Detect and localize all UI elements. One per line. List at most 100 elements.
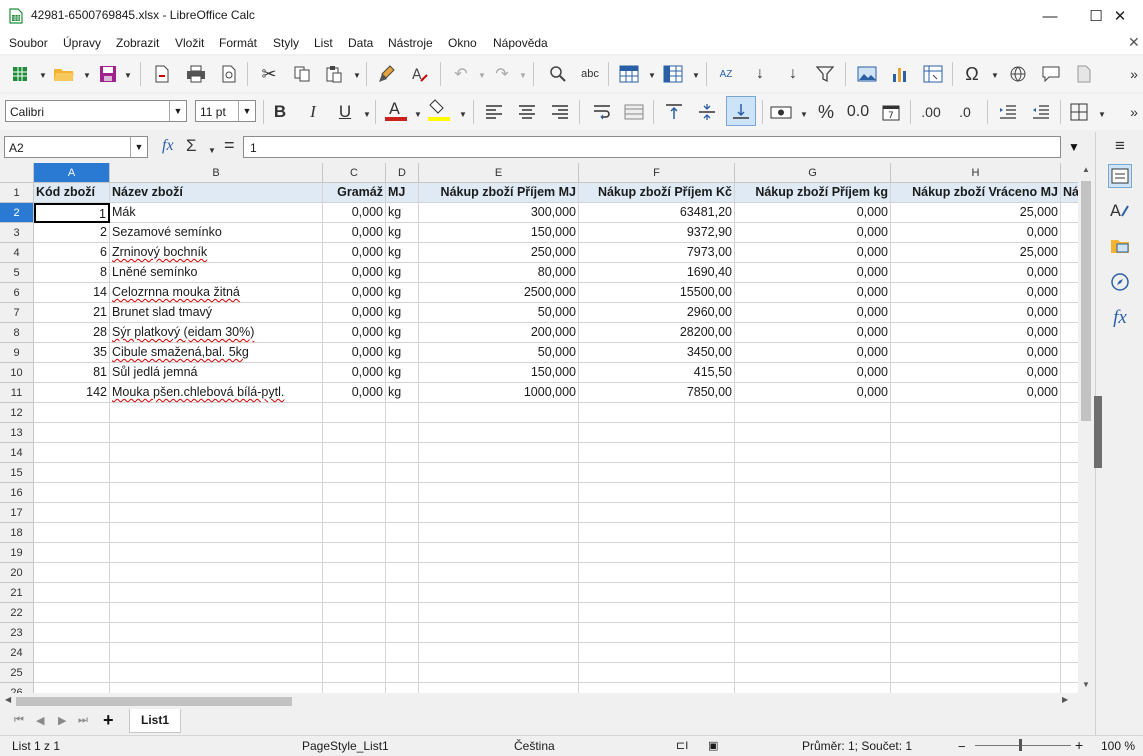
cell[interactable]: [891, 583, 1061, 603]
cell[interactable]: 0,000: [891, 223, 1061, 243]
cell[interactable]: [735, 663, 891, 683]
cell[interactable]: 0,000: [891, 283, 1061, 303]
cell[interactable]: [1061, 543, 1078, 563]
row-icon[interactable]: [617, 62, 641, 86]
cell[interactable]: 0,000: [735, 203, 891, 223]
autofilter-icon[interactable]: [813, 62, 837, 86]
cell[interactable]: kg: [386, 223, 419, 243]
cell[interactable]: [110, 603, 323, 623]
cell[interactable]: [34, 443, 110, 463]
select-all-corner[interactable]: [0, 163, 34, 183]
chevron-down-icon[interactable]: ▼: [991, 71, 999, 80]
percent-button[interactable]: %: [814, 100, 838, 124]
redo-icon[interactable]: ↷: [490, 62, 514, 86]
cell[interactable]: kg: [386, 343, 419, 363]
menu-nastroje[interactable]: Nástroje: [388, 36, 433, 50]
cell[interactable]: [891, 603, 1061, 623]
cell[interactable]: 0,000: [323, 303, 386, 323]
chevron-down-icon[interactable]: ▼: [414, 110, 422, 119]
cell[interactable]: [419, 563, 579, 583]
align-center-icon[interactable]: [515, 100, 539, 124]
selection-mode-icon[interactable]: ⊏I: [676, 739, 688, 752]
row-header[interactable]: 6: [0, 283, 34, 303]
cell[interactable]: [1061, 563, 1078, 583]
cell[interactable]: 0,000: [323, 343, 386, 363]
row-header[interactable]: 10: [0, 363, 34, 383]
insert-image-icon[interactable]: [855, 62, 879, 86]
chevron-down-icon[interactable]: ▼: [353, 71, 361, 80]
cell[interactable]: [579, 403, 735, 423]
cell[interactable]: [735, 563, 891, 583]
cell[interactable]: [386, 583, 419, 603]
chevron-down-icon[interactable]: ▼: [1098, 110, 1106, 119]
wrap-text-icon[interactable]: [590, 100, 614, 124]
cell[interactable]: [34, 563, 110, 583]
cell[interactable]: [735, 463, 891, 483]
cell[interactable]: [419, 623, 579, 643]
cell[interactable]: [419, 483, 579, 503]
cell[interactable]: 200,000: [419, 323, 579, 343]
cut-icon[interactable]: ✂: [257, 62, 281, 86]
header-cell[interactable]: Nákup zboží Vráceno MJ: [891, 183, 1061, 203]
cell[interactable]: [323, 583, 386, 603]
comment-icon[interactable]: [1039, 62, 1063, 86]
currency-format-icon[interactable]: [769, 100, 793, 124]
header-cell[interactable]: Gramáž: [323, 183, 386, 203]
cell[interactable]: [891, 563, 1061, 583]
cell[interactable]: [891, 623, 1061, 643]
cell[interactable]: [34, 523, 110, 543]
chevron-down-icon[interactable]: ▼: [39, 71, 47, 80]
cell[interactable]: kg: [386, 383, 419, 403]
cell[interactable]: 25,000: [891, 203, 1061, 223]
row-header[interactable]: 11: [0, 383, 34, 403]
row-header[interactable]: 17: [0, 503, 34, 523]
page-style[interactable]: PageStyle_List1: [302, 739, 389, 753]
column-header-g[interactable]: G: [735, 163, 891, 183]
menu-okno[interactable]: Okno: [448, 36, 477, 50]
cell[interactable]: [579, 483, 735, 503]
spellcheck-icon[interactable]: abc: [578, 62, 602, 86]
cell[interactable]: [1061, 323, 1078, 343]
sheet-tab-list1[interactable]: List1: [129, 709, 181, 733]
column-header-h[interactable]: H: [891, 163, 1061, 183]
sort-ascending-icon[interactable]: ↓: [748, 62, 772, 86]
menu-zobrazit[interactable]: Zobrazit: [116, 36, 159, 50]
cell[interactable]: 0,000: [735, 243, 891, 263]
cell[interactable]: [1061, 403, 1078, 423]
column-header-a[interactable]: A: [34, 163, 110, 183]
cell[interactable]: [735, 623, 891, 643]
cell[interactable]: [34, 403, 110, 423]
cell[interactable]: [323, 443, 386, 463]
borders-icon[interactable]: [1067, 100, 1091, 124]
cell[interactable]: [323, 603, 386, 623]
export-pdf-icon[interactable]: [150, 62, 174, 86]
cell[interactable]: [323, 423, 386, 443]
chevron-down-icon[interactable]: ▼: [800, 110, 808, 119]
header-cell[interactable]: MJ: [386, 183, 419, 203]
cell[interactable]: 9372,90: [579, 223, 735, 243]
cell[interactable]: [891, 543, 1061, 563]
cell[interactable]: [419, 543, 579, 563]
menu-vlozit[interactable]: Vložit: [175, 36, 204, 50]
delete-decimal-button[interactable]: .0: [953, 100, 977, 124]
font-name-select[interactable]: Calibri ▼: [5, 100, 187, 122]
add-decimal-button[interactable]: .00: [919, 100, 943, 124]
cell[interactable]: [419, 663, 579, 683]
cell[interactable]: 0,000: [323, 223, 386, 243]
cell[interactable]: [323, 463, 386, 483]
cell[interactable]: Sůl jedlá jemná: [110, 363, 323, 383]
cell[interactable]: [891, 403, 1061, 423]
cell[interactable]: Celozrnna mouka žitná: [110, 283, 323, 303]
cell[interactable]: kg: [386, 203, 419, 223]
cell[interactable]: Mák: [110, 203, 323, 223]
cell[interactable]: [579, 583, 735, 603]
cell[interactable]: [1061, 643, 1078, 663]
cell[interactable]: [735, 683, 891, 693]
paste-icon[interactable]: [322, 62, 346, 86]
cell[interactable]: [1061, 283, 1078, 303]
cell[interactable]: kg: [386, 263, 419, 283]
cell[interactable]: 1690,40: [579, 263, 735, 283]
chevron-down-icon[interactable]: ▼: [478, 71, 486, 80]
cell[interactable]: [579, 663, 735, 683]
row-header[interactable]: 13: [0, 423, 34, 443]
